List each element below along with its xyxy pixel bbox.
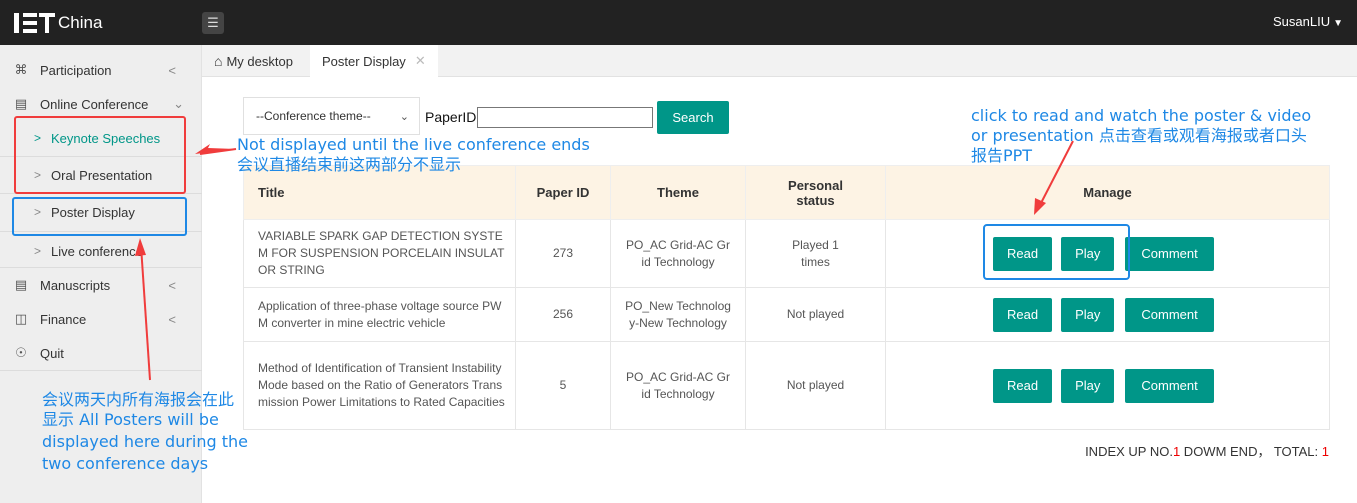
table-row: Method of Identification of Transient In… — [243, 341, 1330, 430]
annotation-not-displayed-en: Not displayed until the live conference … — [237, 135, 590, 154]
sidebar-item-label: Online Conference — [40, 96, 149, 112]
tab-label: Poster Display — [322, 53, 406, 69]
hamburger-icon[interactable]: ☰ — [202, 12, 224, 34]
row-paper-id: 5 — [515, 341, 611, 430]
row-theme: PO_New Technology-New Technology — [610, 287, 746, 342]
chevron-left-icon: < — [168, 311, 176, 327]
annotation-click-en-2: or presentation 点击查看或观看海报或者口头 — [971, 126, 1307, 145]
annotation-not-displayed-cn: 会议直播结束前这两部分不显示 — [237, 155, 462, 174]
read-button[interactable]: Read — [993, 297, 1053, 332]
col-header-theme: Theme — [610, 165, 746, 220]
annotation-posters-3: displayed here during the — [42, 432, 248, 451]
pager-prefix: INDEX UP NO. — [1085, 444, 1173, 459]
annotation-posters-1: 会议两天内所有海报会在此 — [42, 390, 235, 409]
row-actions: Read Play Comment — [885, 287, 1330, 342]
search-button[interactable]: Search — [657, 101, 729, 134]
annotation-posters-2: 显示 All Posters will be — [42, 410, 219, 429]
comment-button[interactable]: Comment — [1125, 297, 1214, 332]
pagination-info: INDEX UP NO.1 DOWM END， TOTAL: 1 — [1085, 441, 1329, 460]
logo-text: China — [58, 13, 103, 32]
paper-id-label: PaperID — [425, 109, 477, 125]
chevron-right-icon: > — [34, 244, 42, 258]
sidebar-item-label: Live conference — [51, 243, 143, 259]
annotation-red-box — [14, 116, 186, 194]
row-actions: Read Play Comment — [885, 341, 1330, 430]
row-status: Not played — [745, 287, 886, 342]
finance-icon: ◫ — [14, 311, 28, 326]
col-header-personal-status: Personal status — [745, 165, 886, 220]
divider — [0, 370, 202, 371]
chevron-left-icon: < — [168, 62, 176, 78]
user-menu[interactable]: SusanLIU ▼ — [1273, 14, 1343, 29]
sidebar-item-label: Participation — [40, 62, 112, 78]
row-paper-id: 256 — [515, 287, 611, 342]
col-header-paper-id: Paper ID — [515, 165, 611, 220]
chevron-down-icon: ⌄ — [399, 110, 409, 123]
row-theme: PO_AC Grid-AC Grid Technology — [610, 341, 746, 430]
table-row: VARIABLE SPARK GAP DETECTION SYSTEM FOR … — [243, 219, 1330, 288]
top-bar: China ☰ SusanLIU ▼ — [0, 0, 1357, 45]
row-title: Application of three-phase voltage sourc… — [243, 287, 516, 342]
conference-theme-select[interactable]: --Conference theme-- ⌄ — [243, 97, 420, 135]
sidebar-item-label: Manuscripts — [40, 277, 111, 293]
sidebar-item-quit[interactable]: ☉ Quit — [0, 335, 202, 371]
iet-logo[interactable]: China — [14, 6, 194, 40]
sidebar-item-participation[interactable]: ⌘ Participation < — [0, 52, 202, 88]
sidebar-item-live-conference[interactable]: > Live conference — [0, 233, 202, 269]
arrow-line-keynote — [199, 148, 237, 155]
iet-logo-mark — [14, 11, 58, 35]
cluster-icon: ⌘ — [14, 62, 28, 77]
user-name: SusanLIU — [1273, 14, 1331, 29]
chevron-down-icon: ⌄ — [173, 96, 184, 111]
row-status: Played 1 times — [745, 219, 886, 288]
read-button[interactable]: Read — [993, 368, 1053, 403]
table-row: Application of three-phase voltage sourc… — [243, 287, 1330, 342]
sidebar-item-finance[interactable]: ◫ Finance < — [0, 301, 202, 337]
tab-poster-display[interactable]: Poster Display ✕ — [310, 45, 438, 77]
annotation-click-cn: 报告PPT — [971, 146, 1033, 165]
poster-table: Title Paper ID Theme Personal status Man… — [243, 165, 1330, 430]
row-title: Method of Identification of Transient In… — [243, 341, 516, 430]
annotation-blue-box-sidebar — [12, 197, 187, 236]
document-icon: ▤ — [14, 277, 28, 292]
sidebar-item-label: Finance — [40, 311, 87, 327]
tab-my-desktop[interactable]: ⌂ My desktop — [202, 45, 305, 77]
row-paper-id: 273 — [515, 219, 611, 288]
comment-button[interactable]: Comment — [1125, 236, 1214, 271]
play-button[interactable]: Play — [1061, 297, 1115, 332]
pager-middle: DOWM END， TOTAL: — [1180, 444, 1322, 459]
chevron-left-icon: < — [168, 277, 176, 293]
play-button[interactable]: Play — [1061, 368, 1115, 403]
annotation-click-en-1: click to read and watch the poster & vid… — [971, 106, 1312, 125]
col-header-manage: Manage — [885, 165, 1330, 220]
caret-down-icon: ▼ — [1333, 18, 1343, 29]
row-title: VARIABLE SPARK GAP DETECTION SYSTEM FOR … — [243, 219, 516, 288]
document-icon: ▤ — [14, 96, 28, 111]
paper-id-input[interactable] — [477, 107, 653, 128]
power-icon: ☉ — [15, 345, 27, 360]
row-theme: PO_AC Grid-AC Grid Technology — [610, 219, 746, 288]
select-value: --Conference theme-- — [256, 109, 371, 123]
tab-label: My desktop — [226, 53, 293, 69]
annotation-posters-4: two conference days — [42, 454, 209, 473]
comment-button[interactable]: Comment — [1125, 368, 1214, 403]
sidebar-item-manuscripts[interactable]: ▤ Manuscripts < — [0, 267, 202, 303]
annotation-blue-box-buttons — [983, 224, 1130, 280]
sidebar-item-label: Quit — [40, 345, 64, 361]
close-icon[interactable]: ✕ — [415, 53, 426, 69]
home-icon: ⌂ — [214, 53, 223, 69]
tab-bar: ⌂ My desktop Poster Display ✕ — [202, 45, 1357, 77]
pager-total: 1 — [1321, 444, 1329, 459]
row-status: Not played — [745, 341, 886, 430]
